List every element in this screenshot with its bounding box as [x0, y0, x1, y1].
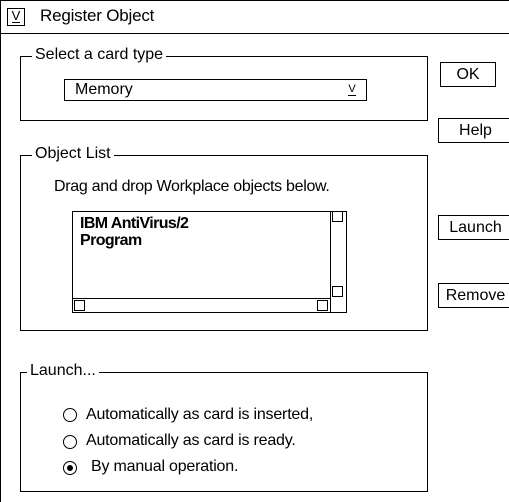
- radio-selected-dot-icon: [67, 465, 73, 471]
- card-type-value: Memory: [75, 81, 133, 98]
- radio-manual-label: By manual operation.: [91, 458, 239, 475]
- remove-button[interactable]: Remove: [438, 283, 509, 308]
- radio-auto-inserted-label: Automatically as card is inserted,: [86, 406, 314, 423]
- system-menu-icon: V: [11, 8, 21, 23]
- launch-legend: Launch...: [27, 362, 99, 380]
- system-menu-button[interactable]: V: [7, 8, 25, 26]
- radio-auto-ready[interactable]: [63, 435, 77, 449]
- drag-drop-instruction: Drag and drop Workplace objects below.: [54, 178, 330, 195]
- horizontal-scrollbar[interactable]: [72, 298, 331, 299]
- ok-button[interactable]: OK: [440, 62, 496, 87]
- scroll-down-arrow-icon[interactable]: [332, 286, 343, 297]
- radio-auto-ready-label: Automatically as card is ready.: [86, 432, 296, 449]
- scroll-up-arrow-icon[interactable]: [332, 211, 343, 222]
- help-button[interactable]: Help: [438, 118, 509, 143]
- window-frame-left: [0, 0, 1, 502]
- list-item[interactable]: Program: [80, 232, 142, 249]
- list-item[interactable]: IBM AntiVirus/2: [80, 215, 189, 232]
- object-list-legend: Object List: [32, 145, 114, 163]
- chevron-down-icon: V: [348, 83, 356, 96]
- scroll-right-arrow-icon[interactable]: [317, 300, 328, 311]
- launch-button[interactable]: Launch: [438, 215, 509, 240]
- radio-auto-inserted[interactable]: [63, 408, 77, 422]
- window-title: Register Object: [40, 6, 155, 25]
- scroll-left-arrow-icon[interactable]: [74, 300, 85, 311]
- radio-manual[interactable]: [63, 461, 77, 475]
- card-type-legend: Select a card type: [32, 46, 167, 64]
- card-type-dropdown-button[interactable]: V: [343, 81, 361, 99]
